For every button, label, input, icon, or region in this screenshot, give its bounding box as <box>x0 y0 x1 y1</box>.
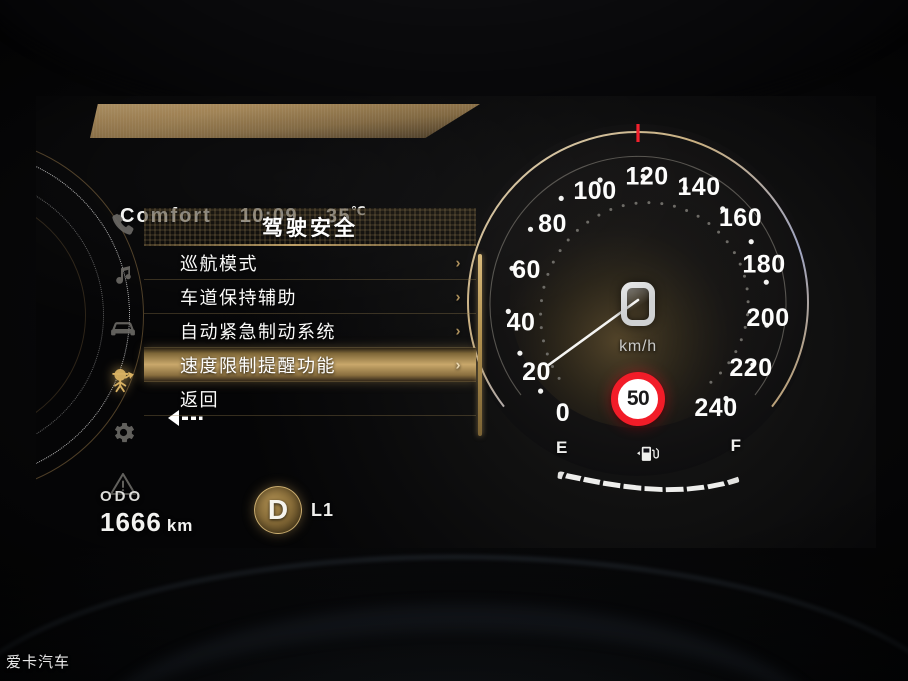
gear-indicator: D L1 <box>254 486 334 534</box>
tick-label-240: 240 <box>694 394 737 422</box>
gear-mode-label: L1 <box>311 499 335 520</box>
menu-item-speed-limit-warning[interactable]: 速度限制提醒功能 › <box>144 348 476 382</box>
odometer-value: 1666 <box>100 507 162 537</box>
odometer-unit: km <box>166 516 194 535</box>
watermark: 爱卡汽车 <box>6 654 71 671</box>
speed-unit-label: km/h <box>619 338 657 355</box>
chevron-right-icon: › <box>455 288 462 305</box>
fuel-empty-label: E <box>556 438 569 457</box>
tick-label-180: 180 <box>742 251 785 279</box>
menu-item-autonomous-emergency-braking[interactable]: 自动紧急制动系统 › <box>144 314 476 348</box>
menu-item-back[interactable]: 返回 <box>144 382 476 416</box>
phone-icon[interactable] <box>103 204 143 244</box>
fuel-gauge: E F <box>554 436 744 500</box>
tick-label-160: 160 <box>719 204 762 232</box>
menu-item-label: 返回 <box>180 389 219 410</box>
menu-item-label: 速度限制提醒功能 <box>180 355 336 376</box>
chevron-right-icon: › <box>455 322 462 339</box>
current-speed-value <box>621 282 655 326</box>
tick-label-0: 0 <box>556 399 570 427</box>
fuel-full-label: F <box>730 436 742 455</box>
tick-label-140: 140 <box>677 173 720 201</box>
tick-label-100: 100 <box>573 177 616 205</box>
tick-label-120: 120 <box>625 163 668 191</box>
music-icon[interactable] <box>103 256 143 296</box>
instrument-cluster-screen: Comfort 10:09 35℃ <box>36 96 876 548</box>
tick-label-40: 40 <box>507 309 536 337</box>
tick-label-60: 60 <box>512 256 541 284</box>
driver-safety-icon[interactable] <box>103 360 143 400</box>
menu-item-label: 车道保持辅助 <box>180 287 297 308</box>
tick-label-20: 20 <box>522 358 551 386</box>
menu-item-lane-keep-assist[interactable]: 车道保持辅助 › <box>144 280 476 314</box>
gear-position: D <box>254 486 302 534</box>
driving-safety-menu: 驾驶安全 巡航模式 › 车道保持辅助 › 自动紧急制动系统 › 速度限制提醒功能… <box>144 208 482 436</box>
odometer-label: ODO <box>100 488 144 505</box>
odometer: ODO 1666 km <box>100 488 193 538</box>
fuel-bar-segments <box>557 471 740 493</box>
chevron-right-icon: › <box>455 356 462 373</box>
tick-label-220: 220 <box>729 354 772 382</box>
menu-title: 驾驶安全 <box>144 208 476 246</box>
car-icon[interactable] <box>103 308 143 348</box>
odometer-value-row: 1666 km <box>100 507 193 538</box>
status-bar-background <box>90 104 480 138</box>
tick-label-200: 200 <box>746 304 789 332</box>
speed-limit-sign: 50 <box>611 372 665 426</box>
settings-gear-icon[interactable] <box>103 412 143 452</box>
steering-wheel-highlight <box>0 556 908 681</box>
menu-item-label: 自动紧急制动系统 <box>180 321 336 342</box>
menu-item-label: 巡航模式 <box>180 253 258 274</box>
speedometer: 0 20 40 60 80 100 120 140 160 180 200 22… <box>448 110 828 490</box>
chevron-right-icon: › <box>455 254 462 271</box>
speed-limit-value: 50 <box>626 387 650 410</box>
tick-label-80: 80 <box>538 210 567 238</box>
menu-item-cruise-mode[interactable]: 巡航模式 › <box>144 246 476 280</box>
menu-scrollbar[interactable] <box>478 254 482 436</box>
photo-background: Comfort 10:09 35℃ <box>0 0 908 681</box>
